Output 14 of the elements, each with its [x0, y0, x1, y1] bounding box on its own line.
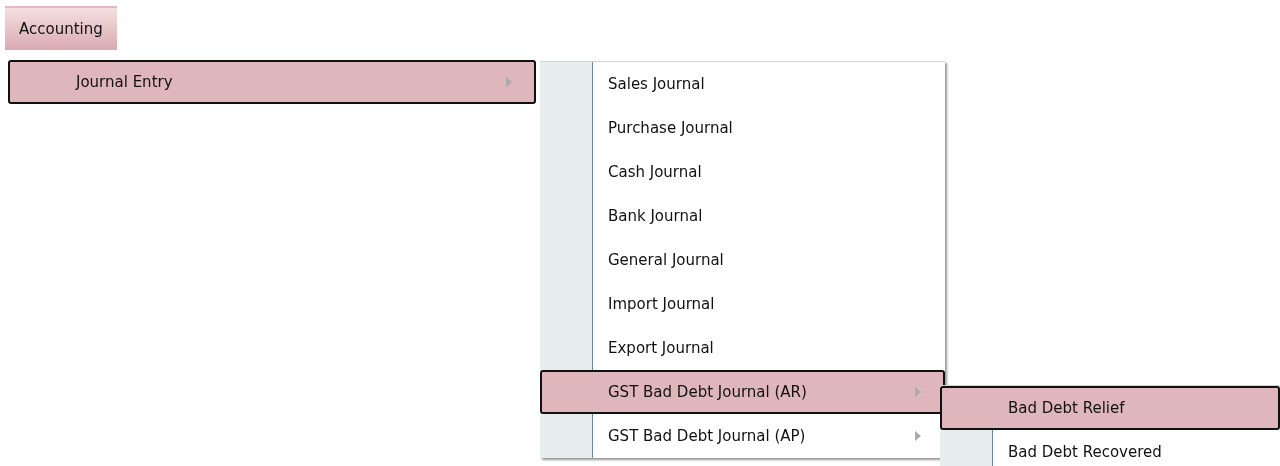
menu-item[interactable]: General Journal	[540, 238, 945, 282]
menu-item[interactable]: Export Journal	[540, 326, 945, 370]
menu-item[interactable]: Cash Journal	[540, 150, 945, 194]
menu-item[interactable]: GST Bad Debt Journal (AR)	[540, 370, 945, 414]
menu-item[interactable]: Journal Entry	[8, 60, 536, 104]
menu-item[interactable]: Bank Journal	[540, 194, 945, 238]
menu-item[interactable]: Import Journal	[540, 282, 945, 326]
submenu-arrow-icon	[915, 387, 921, 397]
submenu-arrow-icon	[915, 431, 921, 441]
menu-item[interactable]: Sales Journal	[540, 62, 945, 106]
menu-item[interactable]: Bad Debt Relief	[940, 386, 1280, 430]
menu-bar-item[interactable]: Accounting	[5, 6, 117, 50]
menu-item[interactable]: Purchase Journal	[540, 106, 945, 150]
submenu-arrow-icon	[506, 77, 512, 87]
